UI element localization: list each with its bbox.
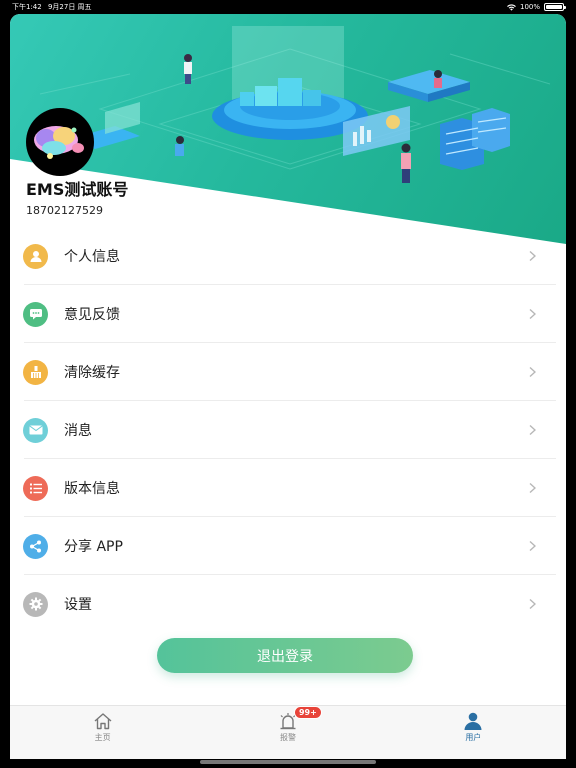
menu-item-version[interactable]: 版本信息 [10,459,566,517]
menu-item-share[interactable]: 分享 APP [10,517,566,575]
home-icon [94,713,112,730]
tab-label: 用户 [465,733,482,742]
menu-item-label: 设置 [64,597,92,613]
mail-icon [23,417,48,443]
chevron-right-icon [529,482,536,494]
menu-item-clear-cache[interactable]: 清除缓存 [10,343,566,401]
status-time: 下午1:42 [12,3,42,11]
status-time-date: 下午1:42 9月27日 周五 [12,2,92,12]
chevron-right-icon [529,598,536,610]
tab-bar: 主页 99+ 报警 用户 [10,705,566,759]
alarm-count-badge: 99+ [293,706,322,719]
tab-user[interactable]: 用户 [381,706,566,759]
menu-item-messages[interactable]: 消息 [10,401,566,459]
tab-label: 报警 [279,733,296,742]
broom-icon [23,359,48,385]
username: EMS测试账号 [26,180,129,199]
avatar[interactable] [26,108,94,176]
menu-item-profile[interactable]: 个人信息 [10,227,566,285]
menu-item-feedback[interactable]: 意见反馈 [10,285,566,343]
logout-button[interactable]: 退出登录 [157,638,413,673]
wifi-icon [507,3,516,11]
profile-section [24,108,94,176]
status-indicators: 100% [507,3,566,11]
menu-item-label: 分享 APP [64,539,123,555]
menu-item-label: 个人信息 [64,249,120,265]
chevron-right-icon [529,308,536,320]
battery-icon [544,3,566,11]
tab-home[interactable]: 主页 [10,706,195,759]
avatar-image [34,126,84,159]
user-icon [464,712,482,730]
feedback-icon [23,301,48,327]
battery-percent: 100% [519,3,540,11]
tab-label: 主页 [94,733,111,742]
chevron-right-icon [529,424,536,436]
menu-item-settings[interactable]: 设置 [10,575,566,633]
app-window: EMS测试账号 18702127529 个人信息 意见反馈 清除缓存 消息 版本… [10,14,566,759]
chevron-right-icon [529,366,536,378]
menu-item-label: 意见反馈 [64,307,120,323]
settings-menu: 个人信息 意见反馈 清除缓存 消息 版本信息 分享 APP 设置 [10,227,566,633]
tab-alarm[interactable]: 99+ 报警 [195,706,380,759]
chevron-right-icon [529,250,536,262]
share-icon [23,533,48,559]
status-date: 9月27日 周五 [47,3,92,11]
phone-number: 18702127529 [26,204,103,217]
menu-item-label: 版本信息 [64,481,120,497]
menu-item-label: 消息 [64,423,92,439]
menu-item-label: 清除缓存 [64,365,120,381]
home-indicator[interactable] [200,760,376,764]
person-icon [23,243,48,269]
list-icon [23,475,48,501]
status-bar: 下午1:42 9月27日 周五 100% [0,0,576,14]
chevron-right-icon [529,540,536,552]
gear-icon [23,591,48,617]
